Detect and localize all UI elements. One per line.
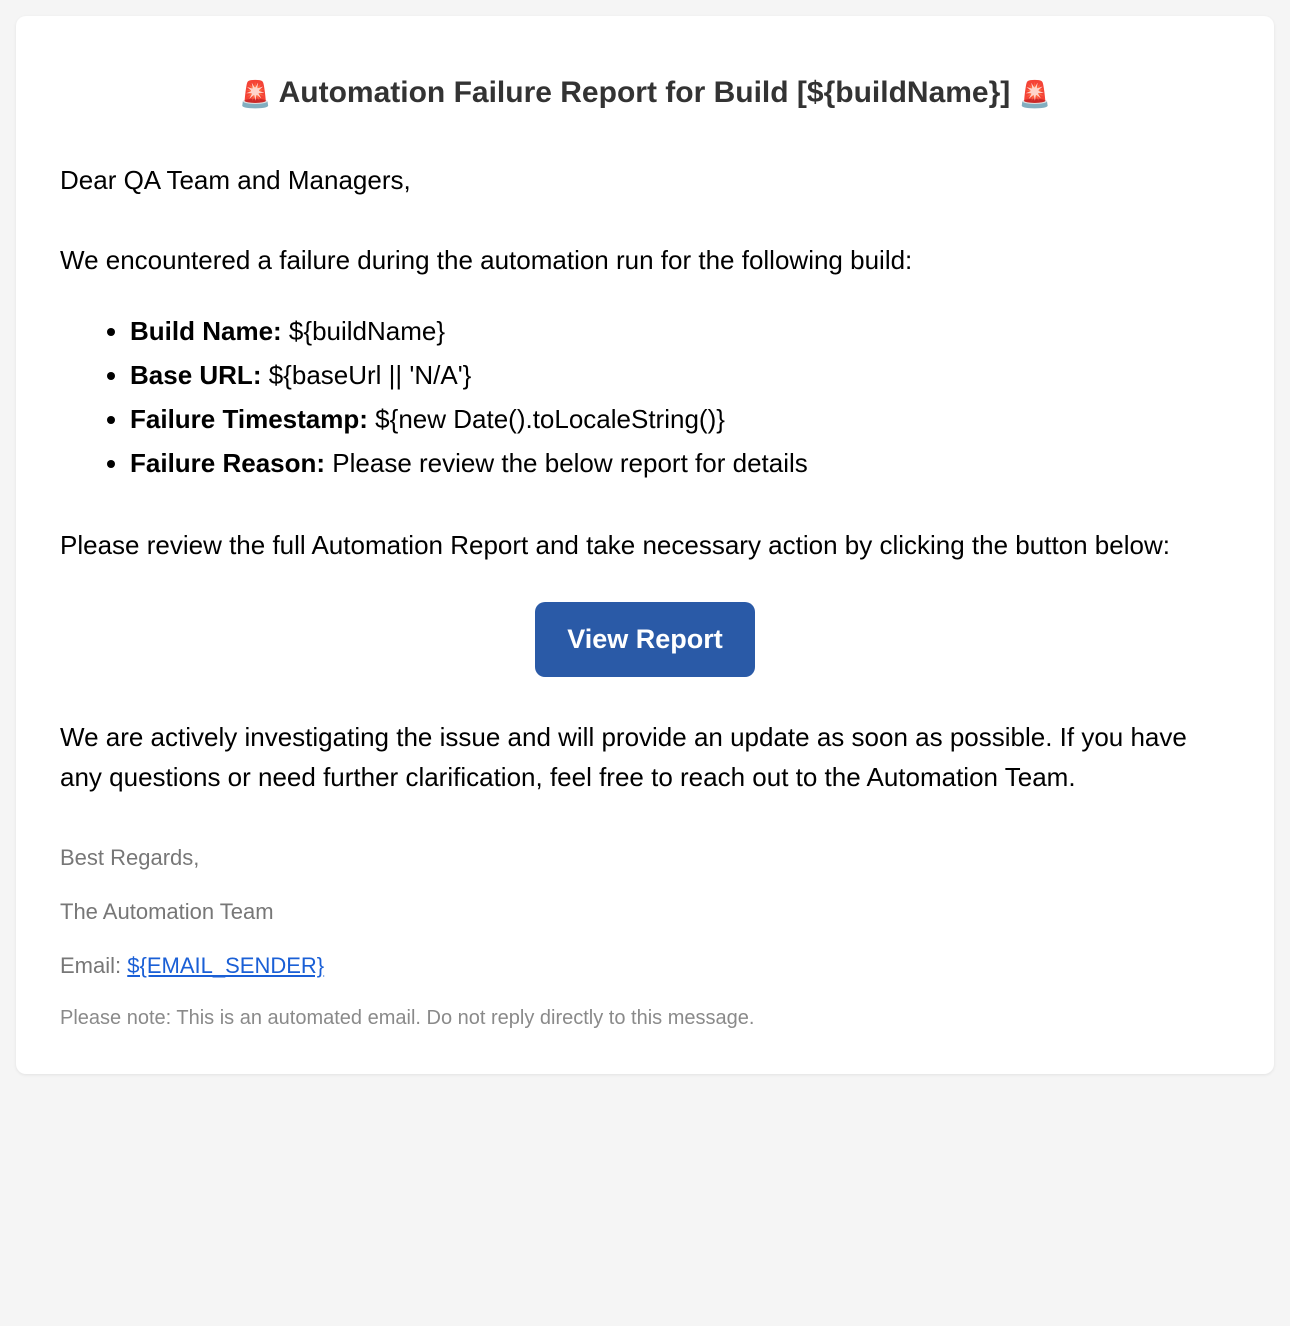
button-container: View Report [60, 602, 1230, 677]
detail-label: Failure Reason: [130, 448, 325, 478]
greeting-text: Dear QA Team and Managers, [60, 160, 1230, 200]
list-item: Failure Timestamp: ${new Date().toLocale… [130, 397, 1230, 441]
list-item: Base URL: ${baseUrl || 'N/A'} [130, 353, 1230, 397]
email-footer: Best Regards, The Automation Team Email:… [60, 845, 1230, 1030]
contact-email-line: Email: ${EMAIL_SENDER} [60, 953, 1230, 979]
list-item: Failure Reason: Please review the below … [130, 441, 1230, 485]
team-name-text: The Automation Team [60, 899, 1230, 925]
detail-value: ${buildName} [289, 316, 445, 346]
signoff-text: Best Regards, [60, 845, 1230, 871]
detail-label: Build Name: [130, 316, 282, 346]
detail-value: ${new Date().toLocaleString()} [375, 404, 725, 434]
detail-value: ${baseUrl || 'N/A'} [269, 360, 472, 390]
siren-icon: 🚨 [239, 79, 271, 110]
detail-value: Please review the below report for detai… [332, 448, 807, 478]
view-report-button[interactable]: View Report [535, 602, 755, 677]
automated-note: Please note: This is an automated email.… [60, 1007, 1230, 1030]
email-label: Email: [60, 953, 127, 978]
heading-text: Automation Failure Report for Build [${b… [279, 76, 1011, 109]
report-heading: 🚨 Automation Failure Report for Build [$… [60, 76, 1230, 110]
failure-details-list: Build Name: ${buildName} Base URL: ${bas… [60, 309, 1230, 486]
followup-text: We are actively investigating the issue … [60, 717, 1230, 798]
list-item: Build Name: ${buildName} [130, 309, 1230, 353]
intro-text: We encountered a failure during the auto… [60, 240, 1230, 280]
email-link[interactable]: ${EMAIL_SENDER} [127, 953, 324, 978]
detail-label: Base URL: [130, 360, 261, 390]
email-card: 🚨 Automation Failure Report for Build [$… [16, 16, 1274, 1074]
detail-label: Failure Timestamp: [130, 404, 368, 434]
instruction-text: Please review the full Automation Report… [60, 525, 1230, 565]
siren-icon: 🚨 [1019, 79, 1051, 110]
